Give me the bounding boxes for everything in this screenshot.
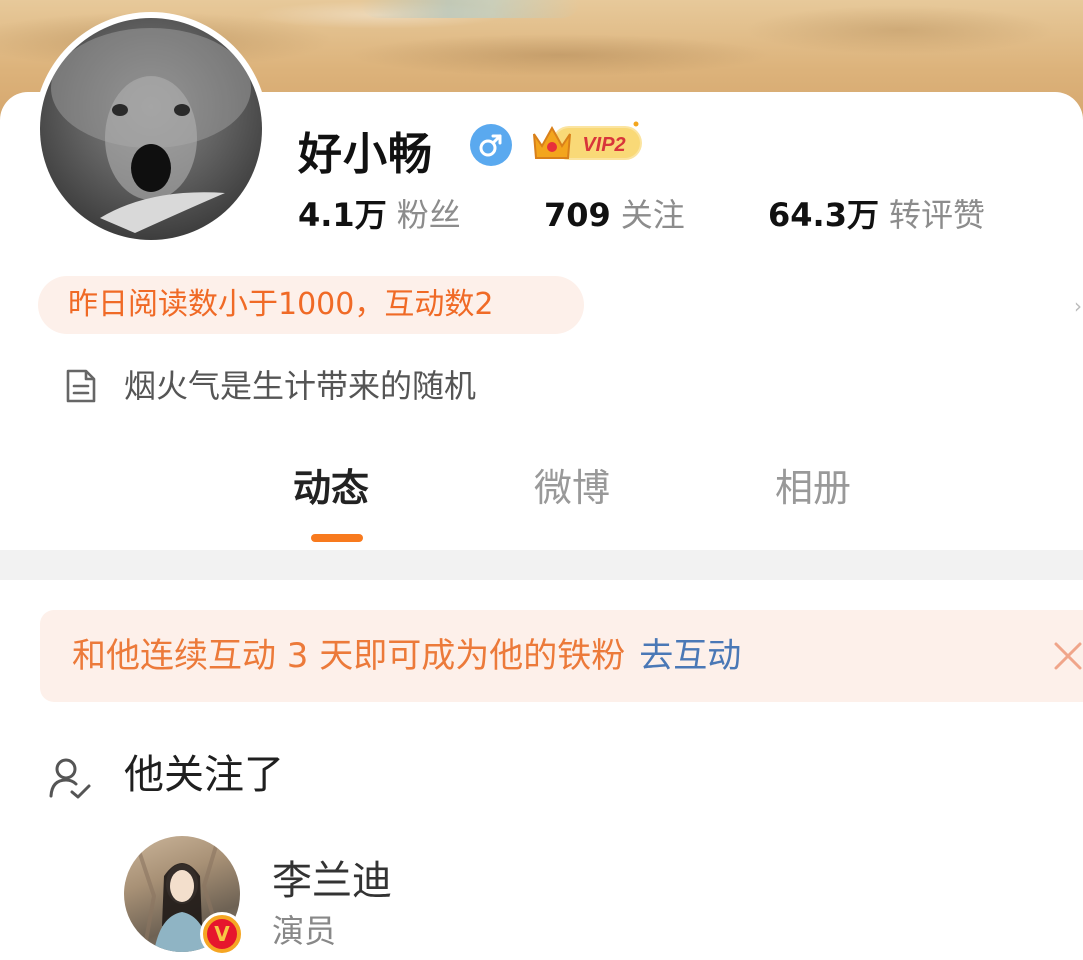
stat-fans[interactable]: 4.1万 粉丝 <box>298 190 461 236</box>
reading-stats-pill[interactable]: 昨日阅读数小于1000，互动数2 <box>38 276 584 334</box>
vip-label: VIP2 <box>582 134 625 156</box>
followed-user-name[interactable]: 李兰迪 <box>272 848 392 906</box>
close-icon[interactable] <box>1052 640 1083 672</box>
avatar-image <box>40 18 262 240</box>
stat-fans-label: 粉丝 <box>396 196 461 234</box>
verified-badge-icon: V <box>200 912 244 956</box>
stat-following-label: 关注 <box>620 196 685 234</box>
profile-avatar[interactable] <box>34 12 268 246</box>
tab-dynamic[interactable]: 动态 <box>293 460 369 516</box>
tab-weibo[interactable]: 微博 <box>534 460 610 516</box>
document-icon <box>66 369 96 403</box>
following-title: 他关注了 <box>124 752 284 798</box>
stat-likes[interactable]: 64.3万 转评赞 <box>768 190 985 236</box>
notice-text-row: 和他连续互动 3 天即可成为他的铁粉 去互动 <box>72 610 741 702</box>
banner-water-highlight <box>360 0 580 18</box>
stat-fans-value: 4.1万 <box>298 196 387 234</box>
chevron-right-icon[interactable]: › <box>1074 294 1082 318</box>
notice-message: 和他连续互动 3 天即可成为他的铁粉 <box>72 636 626 676</box>
active-tab-indicator <box>311 534 363 542</box>
followed-user-description: 演员 <box>272 912 337 950</box>
go-interact-link[interactable]: 去互动 <box>639 636 741 676</box>
user-check-icon <box>49 758 91 799</box>
section-divider <box>0 550 1083 580</box>
followed-user-item[interactable]: V 李兰迪 演员 <box>124 836 1024 960</box>
bio-text: 烟火气是生计带来的随机 <box>124 367 477 405</box>
vip-badge[interactable]: VIP2 <box>530 116 646 166</box>
profile-username: 好小畅 <box>298 129 433 180</box>
stat-following-value: 709 <box>544 196 611 234</box>
stat-likes-value: 64.3万 <box>768 196 879 234</box>
fan-notice-banner: 和他连续互动 3 天即可成为他的铁粉 去互动 <box>40 610 1083 702</box>
stat-following[interactable]: 709 关注 <box>544 190 685 236</box>
male-icon <box>470 124 512 166</box>
tab-album[interactable]: 相册 <box>775 460 851 516</box>
stat-likes-label: 转评赞 <box>888 196 985 234</box>
profile-tabs: 动态 微博 相册 <box>0 460 1083 550</box>
